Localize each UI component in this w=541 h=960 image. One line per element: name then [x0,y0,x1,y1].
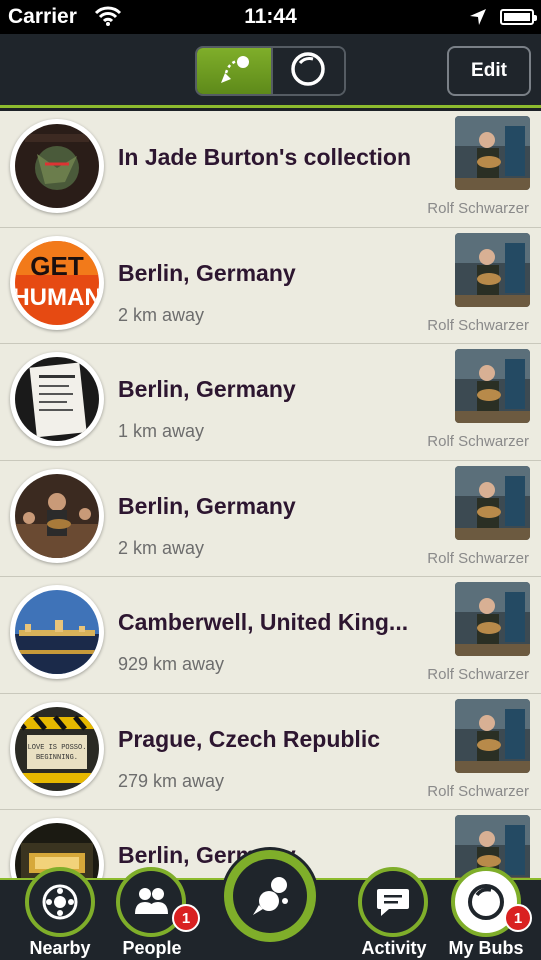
avatar [10,468,104,563]
item-author: Rolf Schwarzer [427,666,529,683]
list-item[interactable]: GET HUMAN Berlin, Germany 2 km away Rolf … [0,227,541,344]
svg-text:HUMAN: HUMAN [15,284,99,311]
tab-nearby[interactable]: Nearby [10,867,110,960]
chat-icon [358,867,428,937]
item-author: Rolf Schwarzer [427,200,529,217]
item-title: Berlin, Germany [118,492,296,519]
avatar: GET HUMAN [10,235,104,330]
list-item[interactable]: Berlin, Germany 1 km away Rolf Schwarzer [0,344,541,461]
bubble-icon [289,50,327,93]
item-title: Berlin, Germany [118,259,296,286]
view-segmented-control[interactable] [195,46,346,96]
status-bar: Carrier 11:44 [0,0,541,34]
tab-bar: Nearby 1 People Activity 1 My Bubs [0,850,541,960]
item-author: Rolf Schwarzer [427,549,529,567]
item-title: Prague, Czech Republic [118,725,381,752]
photo-thumbnail[interactable] [455,349,530,423]
item-title: Berlin, Germany [118,376,296,402]
svg-text:BEGINNING.: BEGINNING. [36,754,78,762]
avatar [10,119,104,213]
blow-bubble-button[interactable] [224,850,316,942]
item-distance: 279 km away [118,770,225,791]
photo-thumbnail[interactable] [455,582,530,656]
list-item[interactable]: Berlin, Germany 2 km away Rolf Schwarzer [0,460,541,577]
avatar: LOVE IS POSSO. BEGINNING. [10,701,104,796]
photo-thumbnail[interactable] [455,116,530,190]
avatar [10,352,104,446]
photo-thumbnail[interactable] [455,698,530,773]
tab-activity[interactable]: Activity [344,867,444,960]
my-bubs-badge: 1 [504,904,532,932]
svg-text:GET: GET [30,251,84,281]
item-distance: 2 km away [118,537,205,558]
photo-thumbnail[interactable] [455,232,530,307]
tab-nearby-label: Nearby [29,938,91,958]
item-distance: 2 km away [118,304,205,325]
svg-text:LOVE IS POSSO.: LOVE IS POSSO. [28,744,87,752]
clock: 11:44 [244,5,297,28]
tab-my-bubs[interactable]: 1 My Bubs [436,867,536,960]
item-distance: 929 km away [118,654,225,674]
tab-activity-label: Activity [361,938,427,958]
bubble-blow-icon [211,51,257,92]
tab-my-bubs-label: My Bubs [448,938,524,958]
item-distance: 1 km away [118,421,205,441]
avatar [10,585,104,679]
item-author: Rolf Schwarzer [427,433,529,450]
bubble-blower-icon [233,859,307,933]
list-item[interactable]: In Jade Burton's collection Rolf Schwarz… [0,111,541,228]
nav-bar: Edit [0,34,541,108]
item-author: Rolf Schwarzer [427,782,529,800]
tab-people-label: People [122,938,182,958]
people-badge: 1 [172,904,200,932]
location-arrow-icon [468,7,488,32]
segment-nearby-view[interactable] [197,48,271,94]
tab-people[interactable]: 1 People [102,867,202,960]
battery-icon [500,9,537,25]
edit-button[interactable]: Edit [447,46,531,96]
bubble-list: In Jade Burton's collection Rolf Schwarz… [0,111,541,878]
item-title: In Jade Burton's collection [118,144,412,170]
segment-my-bubs-view[interactable] [270,48,344,94]
list-item[interactable]: Camberwell, United King... 929 km away R… [0,577,541,694]
list-item[interactable]: LOVE IS POSSO. BEGINNING. Prague, Czech R… [0,693,541,810]
item-title: Camberwell, United King... [118,609,409,635]
nearby-icon [25,867,95,937]
item-author: Rolf Schwarzer [427,316,529,334]
photo-thumbnail[interactable] [455,465,530,540]
